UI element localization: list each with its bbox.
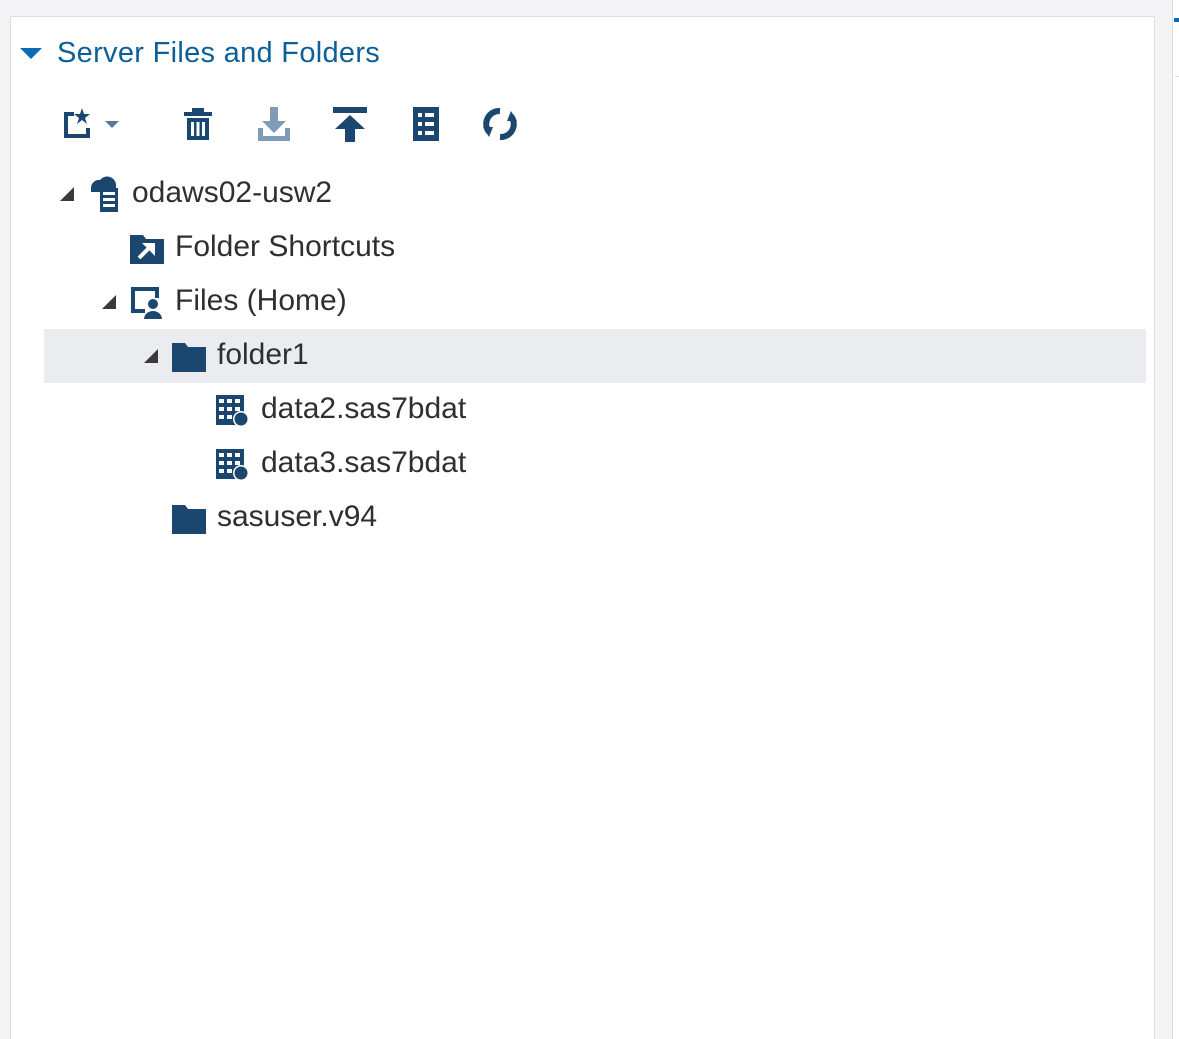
- dataset-icon: [214, 446, 250, 482]
- tree-node-data2[interactable]: data2.sas7bdat: [44, 383, 1146, 437]
- dataset-icon: [214, 392, 250, 428]
- sas-studio-window: Server Files and Folders odaws02-usw2 Fo…: [0, 0, 1179, 1039]
- tree-node-label: folder1: [217, 338, 309, 371]
- folder-shortcut-icon: [129, 230, 165, 266]
- download-button[interactable]: [254, 103, 294, 145]
- properties-button[interactable]: [406, 103, 446, 145]
- download-icon: [258, 107, 290, 141]
- tree-node-folder-shortcuts[interactable]: Folder Shortcuts: [44, 221, 1146, 275]
- folder-icon: [171, 338, 207, 374]
- tree-node-label: Folder Shortcuts: [175, 230, 396, 263]
- upload-button[interactable]: [330, 103, 370, 145]
- home-files-icon: [129, 284, 165, 320]
- pane-divider: [1175, 76, 1179, 77]
- tree-node-label: data3.sas7bdat: [261, 446, 467, 479]
- folder-icon: [171, 500, 207, 536]
- section-header[interactable]: Server Files and Folders: [19, 35, 380, 71]
- tree-node-files-home[interactable]: Files (Home): [44, 275, 1146, 329]
- tree-node-server[interactable]: odaws02-usw2: [44, 167, 1146, 221]
- tree-node-label: sasuser.v94: [217, 500, 378, 533]
- upload-icon: [333, 107, 367, 142]
- delete-icon: [184, 108, 212, 140]
- properties-icon: [413, 107, 439, 141]
- refresh-button[interactable]: [480, 103, 520, 145]
- server-files-panel: Server Files and Folders odaws02-usw2 Fo…: [10, 16, 1155, 1039]
- section-title: Server Files and Folders: [57, 36, 381, 69]
- adjacent-pane-edge: [1172, 0, 1179, 1039]
- delete-button[interactable]: [178, 103, 218, 145]
- new-button[interactable]: [58, 103, 130, 145]
- tree-node-label: data2.sas7bdat: [261, 392, 467, 425]
- tree-node-label: odaws02-usw2: [132, 176, 333, 209]
- pane-accent: [1174, 18, 1179, 22]
- tree-node-sasuser[interactable]: sasuser.v94: [44, 491, 1146, 545]
- new-icon: [64, 108, 119, 138]
- collapse-caret-icon[interactable]: [20, 47, 42, 59]
- server-icon: [87, 176, 123, 212]
- tree-node-folder1[interactable]: folder1: [44, 329, 1146, 383]
- refresh-icon: [483, 108, 517, 140]
- tree-node-label: Files (Home): [175, 284, 347, 317]
- tree-node-data3[interactable]: data3.sas7bdat: [44, 437, 1146, 491]
